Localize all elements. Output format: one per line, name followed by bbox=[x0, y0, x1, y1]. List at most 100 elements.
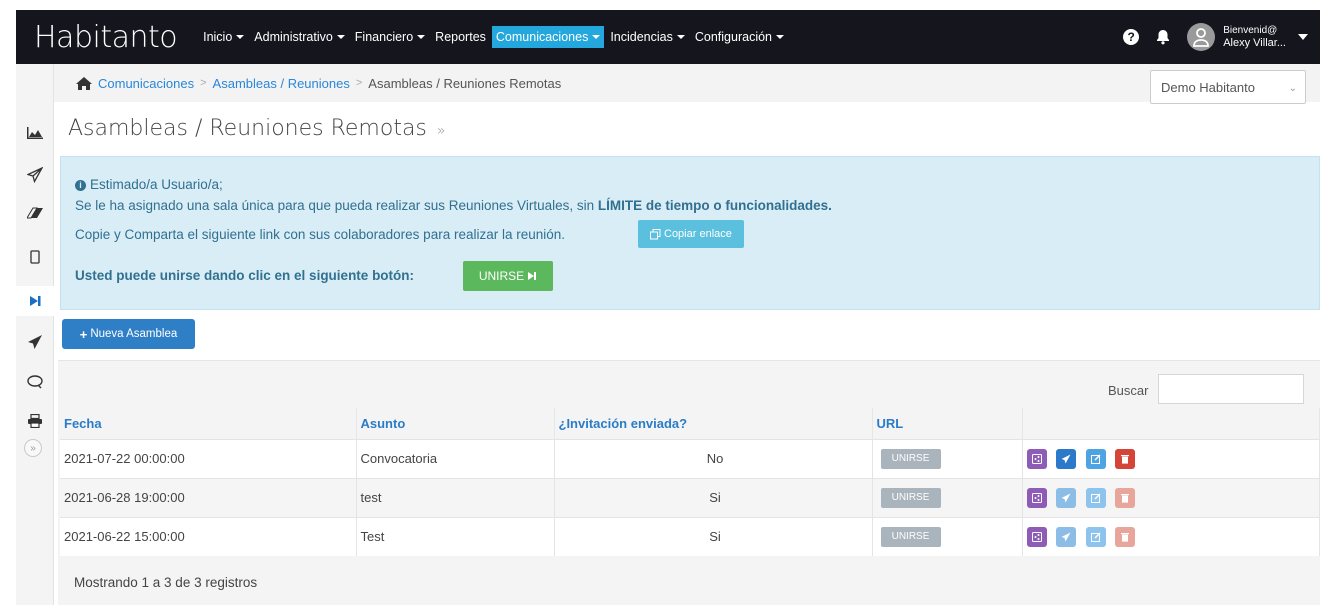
column-header-fecha[interactable]: Fecha bbox=[60, 408, 357, 439]
paper-plane-icon bbox=[1061, 454, 1071, 463]
table-footer-info: Mostrando 1 a 3 de 3 registros bbox=[74, 575, 258, 590]
nav-item-reportes[interactable]: Reportes bbox=[431, 26, 490, 48]
new-assembly-button[interactable]: + Nueva Asamblea bbox=[62, 319, 195, 349]
user-info[interactable]: Bienvenid@ Alexy Villar... bbox=[1223, 25, 1286, 49]
nav-label: Inicio bbox=[203, 30, 233, 44]
sidebar-item-messages[interactable] bbox=[16, 160, 54, 190]
copy-link-label: Copiar enlace bbox=[664, 228, 732, 240]
delete-button[interactable] bbox=[1115, 448, 1136, 469]
sidebar-item-eraser[interactable] bbox=[16, 198, 54, 228]
nav-item-inicio[interactable]: Inicio bbox=[199, 26, 248, 48]
delete-button[interactable] bbox=[1115, 487, 1136, 508]
nav-item-financiero[interactable]: Financiero bbox=[351, 26, 429, 48]
sidebar-item-send[interactable] bbox=[16, 327, 54, 357]
join-label: UNIRSE bbox=[478, 269, 525, 283]
caret-down-icon bbox=[676, 35, 685, 39]
send-invitation-button[interactable] bbox=[1056, 448, 1077, 469]
cell-asunto: test bbox=[356, 477, 555, 517]
edit-button[interactable] bbox=[1085, 487, 1106, 508]
main-nav: Inicio Administrativo Financiero Reporte… bbox=[199, 10, 790, 64]
nav-item-incidencias[interactable]: Incidencias bbox=[606, 26, 689, 48]
trash-icon bbox=[1121, 493, 1130, 503]
search-input[interactable] bbox=[1158, 374, 1304, 404]
share-button[interactable] bbox=[1026, 448, 1047, 469]
user-greeting: Bienvenid@ bbox=[1223, 25, 1278, 36]
nav-item-administrativo[interactable]: Administrativo bbox=[250, 26, 349, 48]
join-url-button[interactable]: UNIRSE bbox=[880, 526, 941, 547]
join-url-button[interactable]: UNIRSE bbox=[880, 487, 941, 508]
breadcrumb-link-asambleas[interactable]: Asambleas / Reuniones bbox=[213, 76, 350, 91]
cell-invitacion: Si bbox=[554, 477, 873, 517]
delete-button[interactable] bbox=[1115, 526, 1136, 547]
mobile-icon bbox=[30, 250, 40, 264]
page-title: Asambleas / Reuniones Remotas » bbox=[68, 116, 445, 141]
breadcrumb: Comunicaciones > Asambleas / Reuniones >… bbox=[76, 76, 561, 91]
breadcrumb-separator: > bbox=[355, 77, 363, 89]
home-icon[interactable] bbox=[76, 76, 92, 90]
column-header-asunto[interactable]: Asunto bbox=[356, 408, 555, 439]
table-header-row: Fecha Asunto ¿Invitación enviada? URL bbox=[60, 408, 1320, 439]
chevron-down-icon: ⌄ bbox=[1288, 83, 1297, 94]
sidebar-item-print[interactable] bbox=[16, 406, 54, 436]
column-header-actions bbox=[1022, 408, 1320, 439]
cell-url: UNIRSE bbox=[872, 516, 1023, 556]
paper-plane-icon bbox=[1061, 493, 1071, 502]
cell-invitacion: No bbox=[554, 438, 873, 478]
sidebar-item-chat[interactable] bbox=[16, 367, 54, 397]
info-icon: i bbox=[75, 179, 86, 191]
paper-plane-outline-icon bbox=[27, 167, 43, 183]
brand-logo[interactable]: Habitanto bbox=[34, 20, 178, 55]
help-icon[interactable]: ? bbox=[1123, 29, 1140, 45]
join-meeting-button[interactable]: UNIRSE bbox=[463, 261, 553, 291]
nav-item-comunicaciones[interactable]: Comunicaciones bbox=[491, 26, 605, 48]
paper-plane-icon bbox=[1061, 532, 1071, 542]
edit-icon bbox=[1090, 454, 1101, 464]
edit-button[interactable] bbox=[1085, 526, 1106, 547]
nav-label: Financiero bbox=[354, 30, 414, 44]
send-invitation-button[interactable] bbox=[1056, 526, 1077, 547]
share-button[interactable] bbox=[1026, 526, 1047, 547]
plus-icon: + bbox=[79, 326, 88, 342]
chat-bubble-icon bbox=[27, 375, 43, 389]
edit-icon bbox=[1090, 493, 1101, 503]
trash-icon bbox=[1121, 532, 1130, 542]
community-select[interactable]: Demo Habitanto ⌄ bbox=[1150, 70, 1306, 104]
meetings-table: Fecha Asunto ¿Invitación enviada? URL 20… bbox=[60, 408, 1320, 556]
paper-plane-icon bbox=[28, 335, 42, 349]
table-row: 2021-06-22 15:00:00 Test Si UNIRSE bbox=[60, 516, 1320, 556]
nav-label: Configuración bbox=[694, 30, 773, 44]
cell-fecha: 2021-06-28 19:00:00 bbox=[60, 477, 357, 517]
sidebar-expand-icon[interactable]: » bbox=[24, 439, 42, 457]
share-icon bbox=[1031, 453, 1042, 464]
sidebar-item-remote-meetings[interactable] bbox=[16, 286, 54, 316]
share-button[interactable] bbox=[1026, 487, 1047, 508]
alert-greeting-text: Estimado/a Usuario/a; bbox=[90, 177, 223, 192]
sidebar-item-mobile[interactable] bbox=[16, 242, 54, 272]
sidebar-item-dashboard[interactable] bbox=[16, 118, 54, 148]
alert-line1-prefix: Se le ha asignado una sala única para qu… bbox=[75, 198, 598, 213]
new-assembly-label: Nueva Asamblea bbox=[90, 328, 178, 340]
column-header-url[interactable]: URL bbox=[872, 408, 1023, 439]
edit-icon bbox=[1090, 532, 1101, 542]
user-name: Alexy Villar... bbox=[1223, 37, 1286, 49]
caret-down-icon bbox=[336, 35, 345, 39]
table-row: 2021-07-22 00:00:00 Convocatoria No UNIR… bbox=[60, 438, 1320, 478]
user-avatar[interactable] bbox=[1187, 23, 1216, 51]
nav-item-configuracion[interactable]: Configuración bbox=[691, 26, 788, 48]
breadcrumb-link-comunicaciones[interactable]: Comunicaciones bbox=[98, 76, 194, 91]
share-icon bbox=[1031, 531, 1042, 542]
nav-label: Comunicaciones bbox=[495, 30, 589, 44]
bell-icon[interactable] bbox=[1155, 29, 1171, 45]
nav-label: Administrativo bbox=[254, 30, 333, 44]
print-icon bbox=[28, 414, 42, 428]
alert-line-3: Usted puede unirse dando clic en el sigu… bbox=[75, 268, 415, 283]
send-invitation-button[interactable] bbox=[1056, 487, 1077, 508]
user-menu-caret-icon[interactable] bbox=[1298, 34, 1308, 40]
copy-link-button[interactable]: Copiar enlace bbox=[638, 220, 744, 248]
edit-button[interactable] bbox=[1085, 448, 1106, 469]
column-header-invitacion[interactable]: ¿Invitación enviada? bbox=[554, 408, 873, 439]
copy-icon bbox=[650, 228, 661, 239]
breadcrumb-bar: Comunicaciones > Asambleas / Reuniones >… bbox=[54, 64, 1320, 104]
join-url-button[interactable]: UNIRSE bbox=[880, 448, 941, 469]
eraser-icon bbox=[27, 207, 43, 219]
